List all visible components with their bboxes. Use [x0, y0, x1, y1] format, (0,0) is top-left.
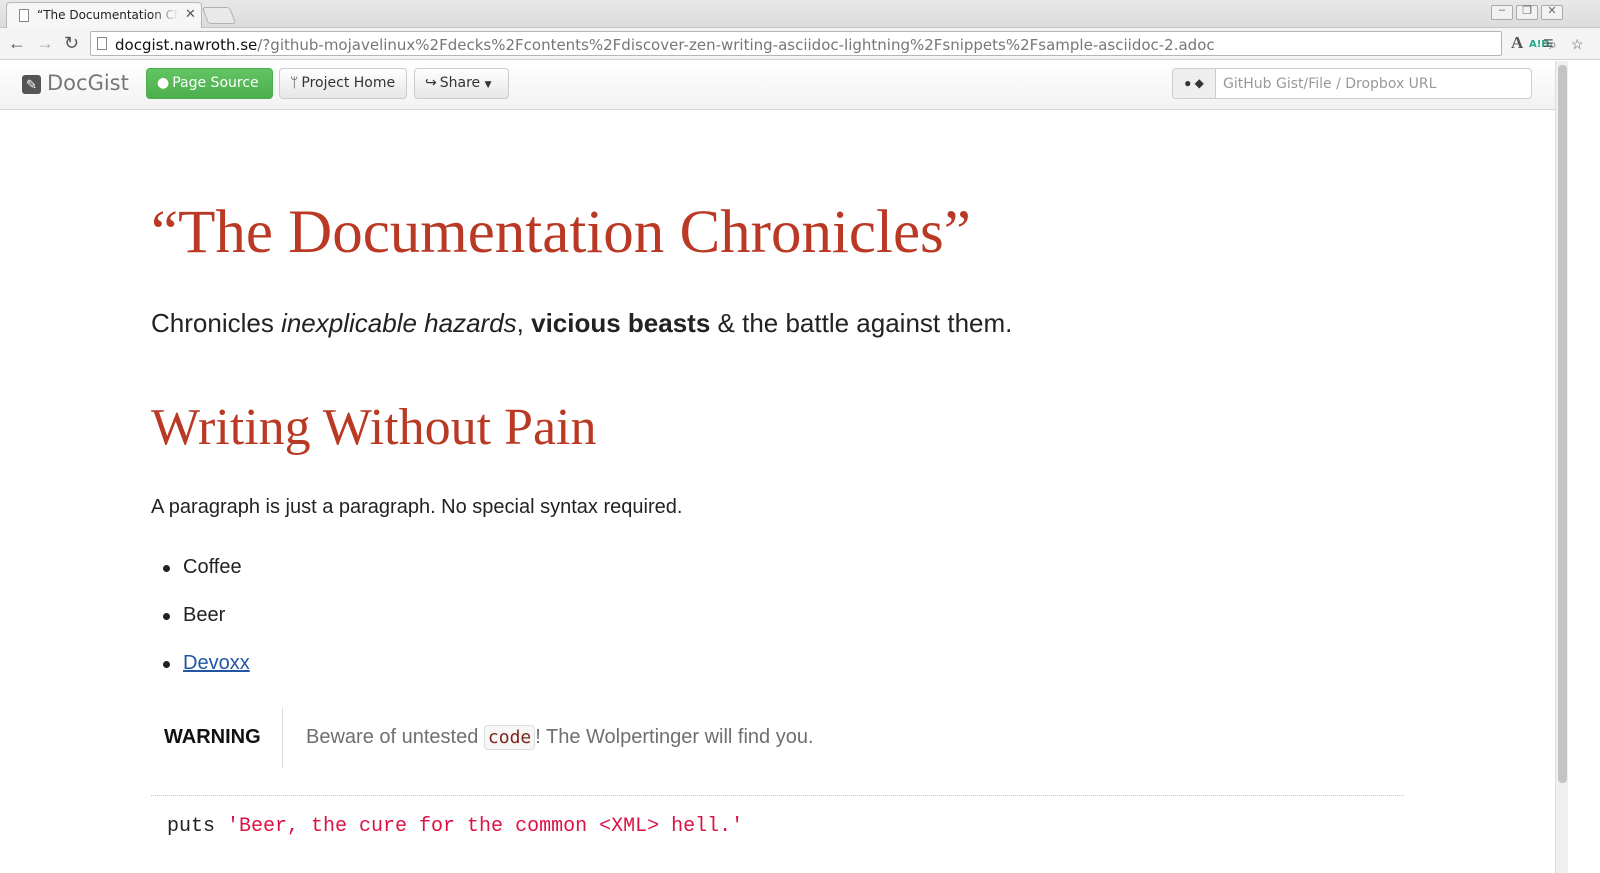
emphasis: inexplicable hazards — [281, 308, 517, 338]
admonition-divider — [282, 708, 283, 768]
page-scrollbar[interactable] — [1555, 61, 1568, 873]
bookmark-star-icon[interactable]: ☆ — [1571, 36, 1584, 53]
admonition-text: Beware of untested code! The Wolpertinge… — [306, 725, 814, 750]
inline-code: code — [483, 725, 536, 750]
github-icon: ● — [157, 75, 170, 91]
minimize-button[interactable]: – — [1491, 4, 1513, 20]
paragraph: A paragraph is just a paragraph. No spec… — [151, 496, 683, 518]
new-tab-button[interactable] — [201, 7, 237, 24]
browser-tab[interactable]: “The Documentation Chronicles” ✕ — [6, 2, 202, 28]
share-icon: ↪ — [425, 75, 437, 91]
warning-admonition: WARNING Beware of untested code! The Wol… — [151, 708, 911, 770]
code-block-divider — [151, 795, 1404, 796]
devoxx-link[interactable]: Devoxx — [183, 652, 250, 675]
project-home-button[interactable]: ᛘ Project Home — [279, 68, 407, 99]
address-bar[interactable]: docgist.nawroth.se/?github-mojavelinux%2… — [90, 31, 1584, 56]
menu-icon[interactable]: ≡ — [1543, 32, 1554, 54]
page-source-button[interactable]: ● Page Source — [146, 68, 273, 99]
code-block: puts 'Beer, the cure for the common <XML… — [167, 815, 743, 838]
section-title: Writing Without Pain — [151, 399, 597, 456]
share-button[interactable]: ↪ Share ▼ — [414, 68, 509, 99]
document-title: “The Documentation Chronicles” — [151, 199, 971, 266]
lead-paragraph: Chronicles inexplicable hazards, vicious… — [151, 308, 1013, 338]
reload-icon[interactable]: ↻ — [64, 32, 79, 54]
forward-arrow-icon[interactable]: → — [36, 32, 54, 54]
edit-icon: ✎ — [22, 75, 41, 94]
brand-name: DocGist — [47, 71, 129, 95]
close-tab-icon[interactable]: ✕ — [185, 7, 196, 22]
url-text: docgist.nawroth.se/?github-mojavelinux%2… — [115, 36, 1215, 54]
page-icon — [97, 37, 107, 50]
strong-text: vicious beasts — [531, 308, 711, 338]
code-keyword: puts — [167, 815, 228, 838]
fork-icon: ᛘ — [290, 75, 299, 91]
gist-url-input[interactable] — [1217, 69, 1529, 98]
window-close-button[interactable]: ✕ — [1541, 5, 1563, 20]
code-string: 'Beer, the cure for the common <XML> hel… — [227, 815, 744, 838]
bullet-icon — [163, 661, 170, 668]
document-icon — [19, 9, 29, 22]
admonition-label: WARNING — [164, 726, 261, 748]
scrollbar-thumb[interactable] — [1558, 65, 1567, 783]
url-input-group: ● ◆ — [1172, 68, 1532, 99]
restore-button[interactable]: ❐ — [1516, 5, 1538, 20]
font-settings-icon[interactable]: A — [1511, 33, 1523, 53]
bullet-icon — [163, 613, 170, 620]
docgist-navbar: ✎ DocGist ● Page Source ᛘ Project Home ↪ Sh… — [0, 61, 1555, 110]
github-dropbox-icon: ● ◆ — [1173, 69, 1216, 98]
bullet-icon — [163, 565, 170, 572]
browser-toolbar: ← → ↻ docgist.nawroth.se/?github-mojavel… — [0, 28, 1600, 60]
caret-down-icon: ▼ — [484, 80, 492, 90]
tab-title: “The Documentation Chronicles” — [37, 8, 179, 22]
browser-tabstrip: “The Documentation Chronicles” ✕ – ❐ ✕ — [0, 0, 1600, 28]
back-arrow-icon[interactable]: ← — [8, 32, 26, 54]
